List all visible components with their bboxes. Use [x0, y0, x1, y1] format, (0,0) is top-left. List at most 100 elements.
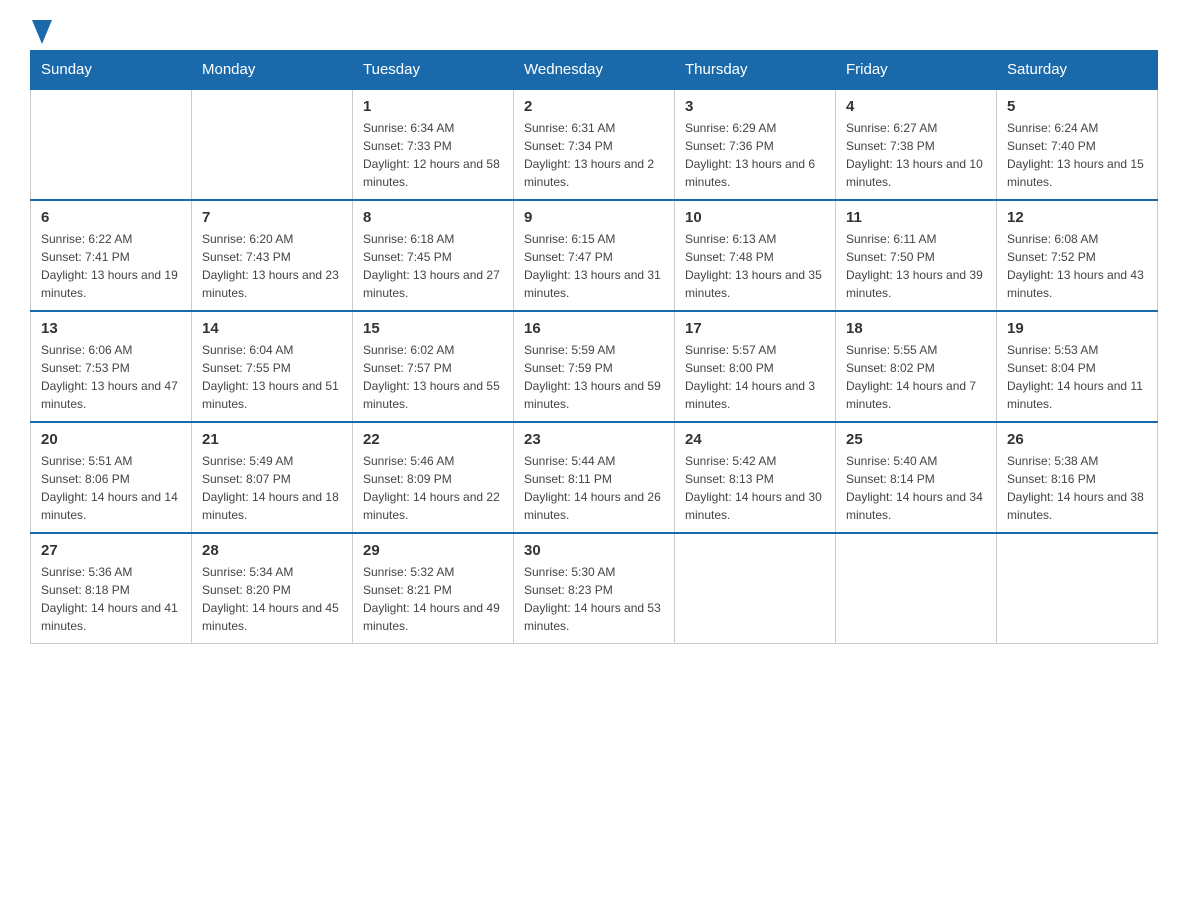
day-number: 4	[846, 98, 986, 115]
weekday-header-sunday: Sunday	[31, 51, 192, 90]
calendar-cell: 25 Sunrise: 5:40 AMSunset: 8:14 PMDayligh…	[836, 422, 997, 533]
weekday-header-monday: Monday	[192, 51, 353, 90]
calendar-table: SundayMondayTuesdayWednesdayThursdayFrid…	[30, 50, 1158, 644]
calendar-cell	[997, 533, 1158, 644]
day-info: Sunrise: 6:15 AMSunset: 7:47 PMDaylight:…	[524, 230, 664, 302]
logo	[30, 20, 52, 40]
day-info: Sunrise: 5:59 AMSunset: 7:59 PMDaylight:…	[524, 341, 664, 413]
weekday-header-row: SundayMondayTuesdayWednesdayThursdayFrid…	[31, 51, 1158, 90]
day-info: Sunrise: 6:02 AMSunset: 7:57 PMDaylight:…	[363, 341, 503, 413]
day-number: 6	[41, 209, 181, 226]
day-info: Sunrise: 6:04 AMSunset: 7:55 PMDaylight:…	[202, 341, 342, 413]
weekday-header-wednesday: Wednesday	[514, 51, 675, 90]
day-number: 14	[202, 320, 342, 337]
page-header	[30, 20, 1158, 40]
day-number: 3	[685, 98, 825, 115]
calendar-cell: 22 Sunrise: 5:46 AMSunset: 8:09 PMDayligh…	[353, 422, 514, 533]
calendar-cell: 10Sunrise: 6:13 AMSunset: 7:48 PMDayligh…	[675, 200, 836, 311]
day-number: 5	[1007, 98, 1147, 115]
calendar-cell: 8 Sunrise: 6:18 AMSunset: 7:45 PMDaylight…	[353, 200, 514, 311]
calendar-week-row: 27 Sunrise: 5:36 AMSunset: 8:18 PMDayligh…	[31, 533, 1158, 644]
logo-triangle-icon	[32, 20, 52, 44]
calendar-cell: 28 Sunrise: 5:34 AMSunset: 8:20 PMDayligh…	[192, 533, 353, 644]
day-info: Sunrise: 5:53 AMSunset: 8:04 PMDaylight:…	[1007, 341, 1147, 413]
calendar-cell: 5 Sunrise: 6:24 AMSunset: 7:40 PMDaylight…	[997, 89, 1158, 200]
weekday-header-thursday: Thursday	[675, 51, 836, 90]
day-info: Sunrise: 5:44 AMSunset: 8:11 PMDaylight:…	[524, 452, 664, 524]
calendar-cell: 2 Sunrise: 6:31 AMSunset: 7:34 PMDaylight…	[514, 89, 675, 200]
calendar-cell: 1 Sunrise: 6:34 AMSunset: 7:33 PMDaylight…	[353, 89, 514, 200]
day-info: Sunrise: 6:08 AMSunset: 7:52 PMDaylight:…	[1007, 230, 1147, 302]
day-info: Sunrise: 5:40 AMSunset: 8:14 PMDaylight:…	[846, 452, 986, 524]
day-number: 27	[41, 542, 181, 559]
calendar-week-row: 1 Sunrise: 6:34 AMSunset: 7:33 PMDaylight…	[31, 89, 1158, 200]
calendar-cell: 9 Sunrise: 6:15 AMSunset: 7:47 PMDaylight…	[514, 200, 675, 311]
day-info: Sunrise: 6:11 AMSunset: 7:50 PMDaylight:…	[846, 230, 986, 302]
calendar-cell: 20Sunrise: 5:51 AMSunset: 8:06 PMDayligh…	[31, 422, 192, 533]
day-info: Sunrise: 5:46 AMSunset: 8:09 PMDaylight:…	[363, 452, 503, 524]
day-info: Sunrise: 6:31 AMSunset: 7:34 PMDaylight:…	[524, 119, 664, 191]
day-info: Sunrise: 5:57 AMSunset: 8:00 PMDaylight:…	[685, 341, 825, 413]
calendar-week-row: 6 Sunrise: 6:22 AMSunset: 7:41 PMDaylight…	[31, 200, 1158, 311]
calendar-cell: 30Sunrise: 5:30 AMSunset: 8:23 PMDayligh…	[514, 533, 675, 644]
calendar-cell	[192, 89, 353, 200]
calendar-cell: 13Sunrise: 6:06 AMSunset: 7:53 PMDayligh…	[31, 311, 192, 422]
weekday-header-tuesday: Tuesday	[353, 51, 514, 90]
calendar-cell	[31, 89, 192, 200]
day-number: 30	[524, 542, 664, 559]
calendar-cell: 15 Sunrise: 6:02 AMSunset: 7:57 PMDayligh…	[353, 311, 514, 422]
calendar-cell: 17 Sunrise: 5:57 AMSunset: 8:00 PMDayligh…	[675, 311, 836, 422]
calendar-cell: 11Sunrise: 6:11 AMSunset: 7:50 PMDayligh…	[836, 200, 997, 311]
day-number: 23	[524, 431, 664, 448]
day-info: Sunrise: 6:18 AMSunset: 7:45 PMDaylight:…	[363, 230, 503, 302]
calendar-cell: 4Sunrise: 6:27 AMSunset: 7:38 PMDaylight…	[836, 89, 997, 200]
day-info: Sunrise: 5:49 AMSunset: 8:07 PMDaylight:…	[202, 452, 342, 524]
day-info: Sunrise: 5:55 AMSunset: 8:02 PMDaylight:…	[846, 341, 986, 413]
day-number: 22	[363, 431, 503, 448]
calendar-cell: 21 Sunrise: 5:49 AMSunset: 8:07 PMDayligh…	[192, 422, 353, 533]
day-info: Sunrise: 5:36 AMSunset: 8:18 PMDaylight:…	[41, 563, 181, 635]
day-info: Sunrise: 5:34 AMSunset: 8:20 PMDaylight:…	[202, 563, 342, 635]
calendar-cell: 27 Sunrise: 5:36 AMSunset: 8:18 PMDayligh…	[31, 533, 192, 644]
day-number: 9	[524, 209, 664, 226]
day-info: Sunrise: 6:06 AMSunset: 7:53 PMDaylight:…	[41, 341, 181, 413]
day-number: 24	[685, 431, 825, 448]
calendar-cell: 6 Sunrise: 6:22 AMSunset: 7:41 PMDaylight…	[31, 200, 192, 311]
day-number: 21	[202, 431, 342, 448]
day-number: 29	[363, 542, 503, 559]
calendar-cell: 19 Sunrise: 5:53 AMSunset: 8:04 PMDayligh…	[997, 311, 1158, 422]
calendar-cell	[675, 533, 836, 644]
calendar-cell: 12Sunrise: 6:08 AMSunset: 7:52 PMDayligh…	[997, 200, 1158, 311]
day-number: 18	[846, 320, 986, 337]
day-number: 19	[1007, 320, 1147, 337]
calendar-cell: 23 Sunrise: 5:44 AMSunset: 8:11 PMDayligh…	[514, 422, 675, 533]
day-info: Sunrise: 6:22 AMSunset: 7:41 PMDaylight:…	[41, 230, 181, 302]
day-number: 15	[363, 320, 503, 337]
day-number: 8	[363, 209, 503, 226]
calendar-cell: 16 Sunrise: 5:59 AMSunset: 7:59 PMDayligh…	[514, 311, 675, 422]
day-number: 25	[846, 431, 986, 448]
day-number: 16	[524, 320, 664, 337]
day-info: Sunrise: 6:34 AMSunset: 7:33 PMDaylight:…	[363, 119, 503, 191]
calendar-cell: 29 Sunrise: 5:32 AMSunset: 8:21 PMDayligh…	[353, 533, 514, 644]
day-info: Sunrise: 5:32 AMSunset: 8:21 PMDaylight:…	[363, 563, 503, 635]
day-number: 20	[41, 431, 181, 448]
day-info: Sunrise: 6:20 AMSunset: 7:43 PMDaylight:…	[202, 230, 342, 302]
calendar-cell	[836, 533, 997, 644]
day-number: 28	[202, 542, 342, 559]
calendar-cell: 24 Sunrise: 5:42 AMSunset: 8:13 PMDayligh…	[675, 422, 836, 533]
day-number: 26	[1007, 431, 1147, 448]
day-number: 1	[363, 98, 503, 115]
calendar-cell: 26Sunrise: 5:38 AMSunset: 8:16 PMDayligh…	[997, 422, 1158, 533]
day-number: 2	[524, 98, 664, 115]
weekday-header-friday: Friday	[836, 51, 997, 90]
weekday-header-saturday: Saturday	[997, 51, 1158, 90]
calendar-cell: 7Sunrise: 6:20 AMSunset: 7:43 PMDaylight…	[192, 200, 353, 311]
calendar-cell: 3Sunrise: 6:29 AMSunset: 7:36 PMDaylight…	[675, 89, 836, 200]
calendar-week-row: 13Sunrise: 6:06 AMSunset: 7:53 PMDayligh…	[31, 311, 1158, 422]
calendar-cell: 18 Sunrise: 5:55 AMSunset: 8:02 PMDayligh…	[836, 311, 997, 422]
day-info: Sunrise: 6:24 AMSunset: 7:40 PMDaylight:…	[1007, 119, 1147, 191]
calendar-cell: 14 Sunrise: 6:04 AMSunset: 7:55 PMDayligh…	[192, 311, 353, 422]
day-number: 17	[685, 320, 825, 337]
day-info: Sunrise: 5:42 AMSunset: 8:13 PMDaylight:…	[685, 452, 825, 524]
